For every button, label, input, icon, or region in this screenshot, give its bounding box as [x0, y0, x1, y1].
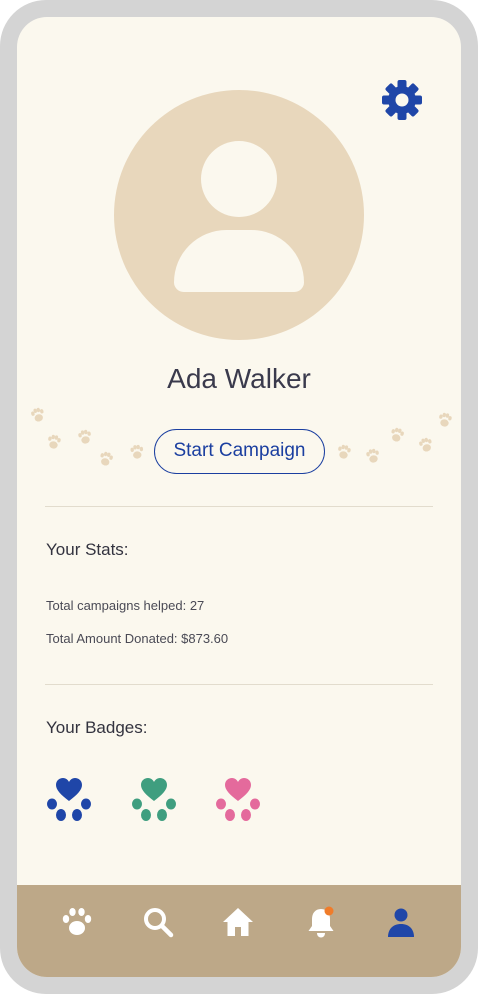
divider — [45, 506, 433, 507]
user-name: Ada Walker — [167, 363, 311, 394]
avatar-head-shape — [201, 141, 277, 217]
paw-heart-icon[interactable] — [129, 775, 179, 825]
bottom-nav — [17, 885, 461, 977]
device-frame: Ada Walker Start Campaign Your Stats: To… — [0, 0, 478, 994]
paw-heart-icon[interactable] — [44, 775, 94, 825]
paw-heart-icon[interactable] — [213, 775, 263, 825]
profile-screen: Ada Walker Start Campaign Your Stats: To… — [17, 17, 461, 977]
campaigns-helped-stat: Total campaigns helped: 27 — [46, 598, 205, 613]
notification-dot — [324, 906, 334, 916]
home-icon[interactable] — [221, 905, 255, 939]
avatar[interactable] — [114, 90, 364, 340]
bell-icon[interactable] — [304, 905, 338, 939]
start-campaign-button[interactable]: Start Campaign — [154, 429, 325, 474]
divider — [45, 684, 433, 685]
amount-donated-stat: Total Amount Donated: $873.60 — [46, 631, 229, 646]
badges-title: Your Badges: — [46, 718, 148, 737]
stats-title: Your Stats: — [46, 540, 129, 559]
paw-icon[interactable] — [60, 905, 94, 939]
avatar-body-shape — [174, 230, 304, 292]
search-icon[interactable] — [141, 905, 175, 939]
profile-icon[interactable] — [384, 905, 418, 939]
gear-icon[interactable] — [381, 79, 423, 121]
